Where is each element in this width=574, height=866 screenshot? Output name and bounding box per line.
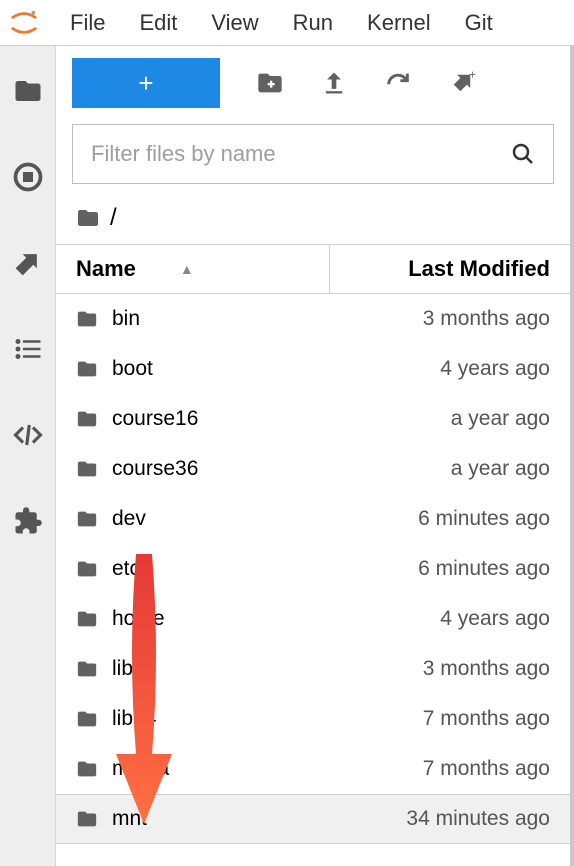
name-column-header[interactable]: Name ▲ (76, 245, 330, 293)
file-row[interactable]: boot 4 years ago (56, 344, 570, 394)
menu-view[interactable]: View (197, 4, 272, 42)
folder-icon[interactable] (13, 76, 43, 106)
folder-icon (76, 458, 98, 480)
folder-icon (76, 608, 98, 630)
file-row[interactable]: home 4 years ago (56, 594, 570, 644)
stop-running-icon[interactable] (13, 162, 43, 192)
file-name: lib64 (112, 707, 423, 731)
menu-run[interactable]: Run (279, 4, 347, 42)
file-name: dev (112, 507, 418, 531)
git-branch-icon[interactable] (13, 248, 43, 278)
file-modified: 7 months ago (423, 707, 550, 731)
list-icon[interactable] (13, 334, 43, 364)
file-modified: 6 minutes ago (418, 507, 550, 531)
folder-icon (76, 408, 98, 430)
file-name: course36 (112, 457, 451, 481)
menu-edit[interactable]: Edit (125, 4, 191, 42)
file-name: lib (112, 657, 423, 681)
upload-icon[interactable] (320, 69, 348, 97)
file-name: mnt (112, 807, 406, 831)
refresh-icon[interactable] (384, 69, 412, 97)
file-row[interactable]: bin 3 months ago (56, 294, 570, 344)
file-modified: 4 years ago (440, 357, 550, 381)
file-modified: a year ago (451, 407, 550, 431)
file-row[interactable]: dev 6 minutes ago (56, 494, 570, 544)
main: + + / Name ▲ Last Modified bin 3 months … (0, 46, 574, 866)
file-modified: 6 minutes ago (418, 557, 550, 581)
new-launcher-button[interactable]: + (72, 58, 220, 108)
file-row[interactable]: mnt 34 minutes ago (56, 794, 570, 844)
code-icon[interactable] (13, 420, 43, 450)
file-name: course16 (112, 407, 451, 431)
file-modified: 7 months ago (423, 757, 550, 781)
menu-kernel[interactable]: Kernel (353, 4, 445, 42)
file-name: home (112, 607, 440, 631)
file-modified: 3 months ago (423, 657, 550, 681)
git-clone-icon[interactable]: + (448, 69, 476, 97)
folder-icon (76, 658, 98, 680)
folder-icon (76, 206, 100, 230)
filter-box (72, 124, 554, 184)
folder-icon (76, 808, 98, 830)
file-row[interactable]: etc 6 minutes ago (56, 544, 570, 594)
file-modified: a year ago (451, 457, 550, 481)
menu-file[interactable]: File (56, 4, 119, 42)
name-header-label: Name (76, 256, 136, 282)
sort-ascending-icon: ▲ (180, 261, 194, 277)
search-icon (511, 142, 535, 166)
file-row[interactable]: course16 a year ago (56, 394, 570, 444)
file-browser: + + / Name ▲ Last Modified bin 3 months … (56, 46, 574, 866)
file-list: bin 3 months ago boot 4 years ago course… (56, 294, 570, 866)
menubar: File Edit View Run Kernel Git (0, 0, 574, 46)
puzzle-icon[interactable] (13, 506, 43, 536)
file-name: boot (112, 357, 440, 381)
header-row: Name ▲ Last Modified (56, 244, 570, 294)
breadcrumb[interactable]: / (56, 192, 570, 244)
file-modified: 4 years ago (440, 607, 550, 631)
filter-input[interactable] (91, 141, 511, 167)
folder-icon (76, 308, 98, 330)
breadcrumb-path: / (110, 204, 117, 232)
modified-column-header[interactable]: Last Modified (330, 256, 550, 282)
menu-git[interactable]: Git (451, 4, 507, 42)
folder-icon (76, 558, 98, 580)
toolbar: + + (56, 46, 570, 120)
left-rail (0, 46, 56, 866)
file-modified: 3 months ago (423, 307, 550, 331)
new-folder-icon[interactable] (256, 69, 284, 97)
jupyter-logo (8, 7, 40, 39)
folder-icon (76, 358, 98, 380)
svg-text:+: + (469, 69, 476, 81)
file-row[interactable]: lib64 7 months ago (56, 694, 570, 744)
file-row[interactable]: lib 3 months ago (56, 644, 570, 694)
file-name: media (112, 757, 423, 781)
file-name: etc (112, 557, 418, 581)
folder-icon (76, 708, 98, 730)
file-name: bin (112, 307, 423, 331)
folder-icon (76, 508, 98, 530)
file-modified: 34 minutes ago (406, 807, 550, 831)
file-row[interactable]: media 7 months ago (56, 744, 570, 794)
file-row[interactable]: course36 a year ago (56, 444, 570, 494)
folder-icon (76, 758, 98, 780)
